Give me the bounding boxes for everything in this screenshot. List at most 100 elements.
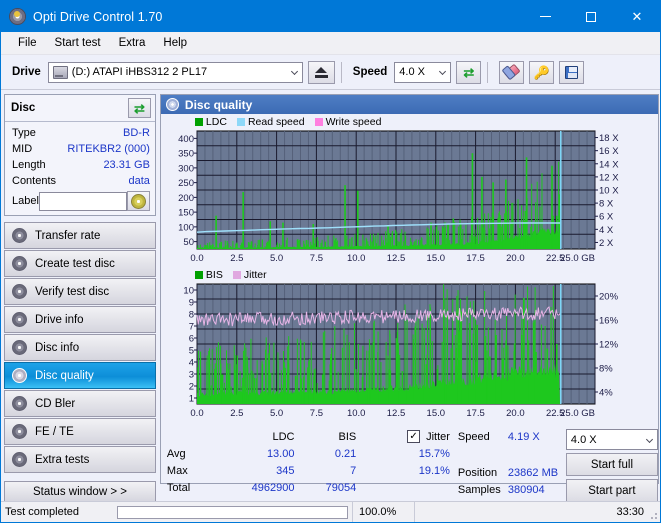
table-row: Total 4962900 79054 — [167, 479, 456, 496]
minimize-icon — [539, 16, 551, 17]
svg-text:5.0: 5.0 — [270, 408, 283, 419]
legend-item-write-speed: Write speed — [314, 116, 381, 128]
disc-label-button[interactable] — [126, 191, 150, 211]
menu-extra[interactable]: Extra — [110, 34, 155, 52]
readout-panel: Speed 4.19 X Position 23862 MB Samples 3… — [456, 428, 658, 502]
menu-file[interactable]: File — [9, 34, 46, 52]
save-button[interactable] — [559, 60, 585, 84]
svg-text:4%: 4% — [599, 388, 613, 399]
disc-icon — [165, 98, 179, 111]
sidebar-item-disc-info[interactable]: Disc info — [4, 334, 156, 361]
stats-table: LDC BIS ✓ Jitter Avg 13.00 0.21 15.7% Ma… — [161, 428, 456, 502]
refresh-icon: ⇄ — [133, 100, 145, 116]
svg-text:100: 100 — [178, 222, 194, 233]
stats-total-bis: 79054 — [325, 481, 357, 494]
resize-grip[interactable] — [648, 510, 658, 520]
sidebar-item-transfer-rate[interactable]: Transfer rate — [4, 222, 156, 249]
maximize-icon — [586, 11, 596, 22]
eject-button[interactable] — [307, 60, 335, 84]
stats-total-ldc: 4962900 — [251, 481, 295, 494]
svg-text:12%: 12% — [599, 340, 619, 351]
svg-text:7.5: 7.5 — [310, 253, 323, 264]
sidebar-item-label: Transfer rate — [35, 229, 101, 242]
svg-text:8%: 8% — [599, 364, 613, 375]
svg-text:18 X: 18 X — [599, 133, 619, 144]
legend-label: BIS — [205, 269, 223, 281]
disc-row-mid: MID RITEKBR2 (000) — [12, 141, 150, 157]
title-bar: Opti Drive Control 1.70 ✕ — [1, 1, 660, 32]
svg-text:20%: 20% — [599, 292, 619, 303]
svg-text:5: 5 — [189, 346, 194, 357]
body: Disc ⇄ Type BD-R MID RITEKBR2 (000) Leng… — [1, 90, 660, 503]
svg-text:250: 250 — [178, 178, 194, 189]
chevron-down-icon — [290, 67, 298, 76]
chart-bottom-svg: 10987654321 20% 16% 12% 8% 4% 0.0 2.5 5.0 7.5 10.0… — [183, 283, 619, 419]
menu-bar: File Start test Extra Help — [1, 32, 660, 55]
svg-text:8: 8 — [189, 310, 194, 321]
start-part-button[interactable]: Start part — [565, 479, 658, 502]
eject-icon — [314, 66, 328, 78]
erase-button[interactable] — [499, 60, 525, 84]
sidebar: Disc ⇄ Type BD-R MID RITEKBR2 (000) Leng… — [1, 90, 159, 503]
disc-icon — [12, 312, 27, 327]
sidebar-item-create-test-disc[interactable]: Create test disc — [4, 250, 156, 277]
sidebar-item-label: Extra tests — [35, 453, 90, 466]
drive-select[interactable]: (D:) ATAPI iHBS312 2 PL17 — [47, 61, 303, 83]
svg-text:15.0: 15.0 — [426, 408, 445, 419]
sidebar-item-drive-info[interactable]: Drive info — [4, 306, 156, 333]
legend-label: Read speed — [247, 116, 305, 128]
readout-samples-label: Samples — [457, 483, 501, 496]
readout-position: Position 23862 MB — [458, 464, 566, 481]
disc-label-input[interactable] — [38, 191, 127, 211]
status-bar: Test completed 100.0% 33:30 — [1, 501, 660, 522]
disc-panel: Disc ⇄ Type BD-R MID RITEKBR2 (000) Leng… — [4, 94, 156, 216]
save-icon — [565, 65, 579, 79]
stats-avg-jitter: 15.7% — [418, 447, 450, 460]
statistics: LDC BIS ✓ Jitter Avg 13.00 0.21 15.7% Ma… — [161, 422, 658, 502]
start-full-button[interactable]: Start full — [565, 453, 658, 476]
window-title: Opti Drive Control 1.70 — [33, 9, 163, 24]
sidebar-item-extra-tests[interactable]: Extra tests — [4, 446, 156, 473]
disc-refresh-button[interactable]: ⇄ — [127, 98, 151, 118]
maximize-button[interactable] — [568, 1, 614, 32]
refresh-button[interactable]: ⇄ — [456, 60, 482, 84]
sidebar-item-fe-te[interactable]: FE / TE — [4, 418, 156, 445]
menu-start-test[interactable]: Start test — [46, 34, 110, 52]
svg-text:1: 1 — [189, 394, 194, 405]
sidebar-item-label: CD Bler — [35, 397, 76, 410]
eraser-icon — [503, 63, 521, 81]
page-title: Disc quality — [184, 97, 253, 112]
chevron-down-icon — [439, 67, 447, 76]
speed-select[interactable]: 4.0 X — [394, 61, 452, 83]
stats-row-label: Avg — [166, 447, 186, 460]
speed-select-value: 4.0 X — [399, 66, 425, 78]
jitter-checkbox[interactable]: ✓ — [407, 430, 421, 443]
stats-row-label: Max — [166, 464, 188, 477]
stats-avg-ldc: 13.00 — [266, 447, 295, 460]
sidebar-item-disc-quality[interactable]: Disc quality — [4, 362, 156, 389]
disc-row-mid-key: MID — [12, 143, 33, 155]
disc-row-type-key: Type — [12, 127, 36, 139]
menu-help[interactable]: Help — [154, 34, 196, 52]
svg-text:150: 150 — [178, 208, 194, 219]
legend-swatch — [314, 118, 323, 126]
progress-bar — [117, 505, 348, 519]
toolbar-divider — [340, 61, 342, 83]
readout-values: Speed 4.19 X Position 23862 MB Samples 3… — [458, 428, 566, 502]
progress-percent: 100.0% — [352, 501, 414, 522]
stats-header-row: LDC BIS ✓ Jitter — [167, 428, 456, 445]
sidebar-item-verify-test-disc[interactable]: Verify test disc — [4, 278, 156, 305]
status-window-button[interactable]: Status window > > — [4, 481, 156, 503]
main-panel: Disc quality LDC Read speed Write speed … — [159, 90, 660, 502]
disc-row-length-value: 23.31 GB — [103, 159, 150, 171]
close-button[interactable]: ✕ — [614, 1, 660, 32]
test-speed-select[interactable]: 4.0 X — [565, 429, 658, 450]
sidebar-item-label: Disc info — [35, 341, 80, 354]
key-button[interactable]: 🔑 — [529, 60, 555, 84]
sidebar-item-cd-bler[interactable]: CD Bler — [4, 390, 156, 417]
svg-text:17.5: 17.5 — [466, 253, 485, 264]
minimize-button[interactable] — [522, 1, 568, 32]
svg-text:16%: 16% — [599, 316, 619, 327]
legend-item-bis: BIS — [194, 269, 223, 281]
svg-text:8 X: 8 X — [599, 199, 614, 210]
